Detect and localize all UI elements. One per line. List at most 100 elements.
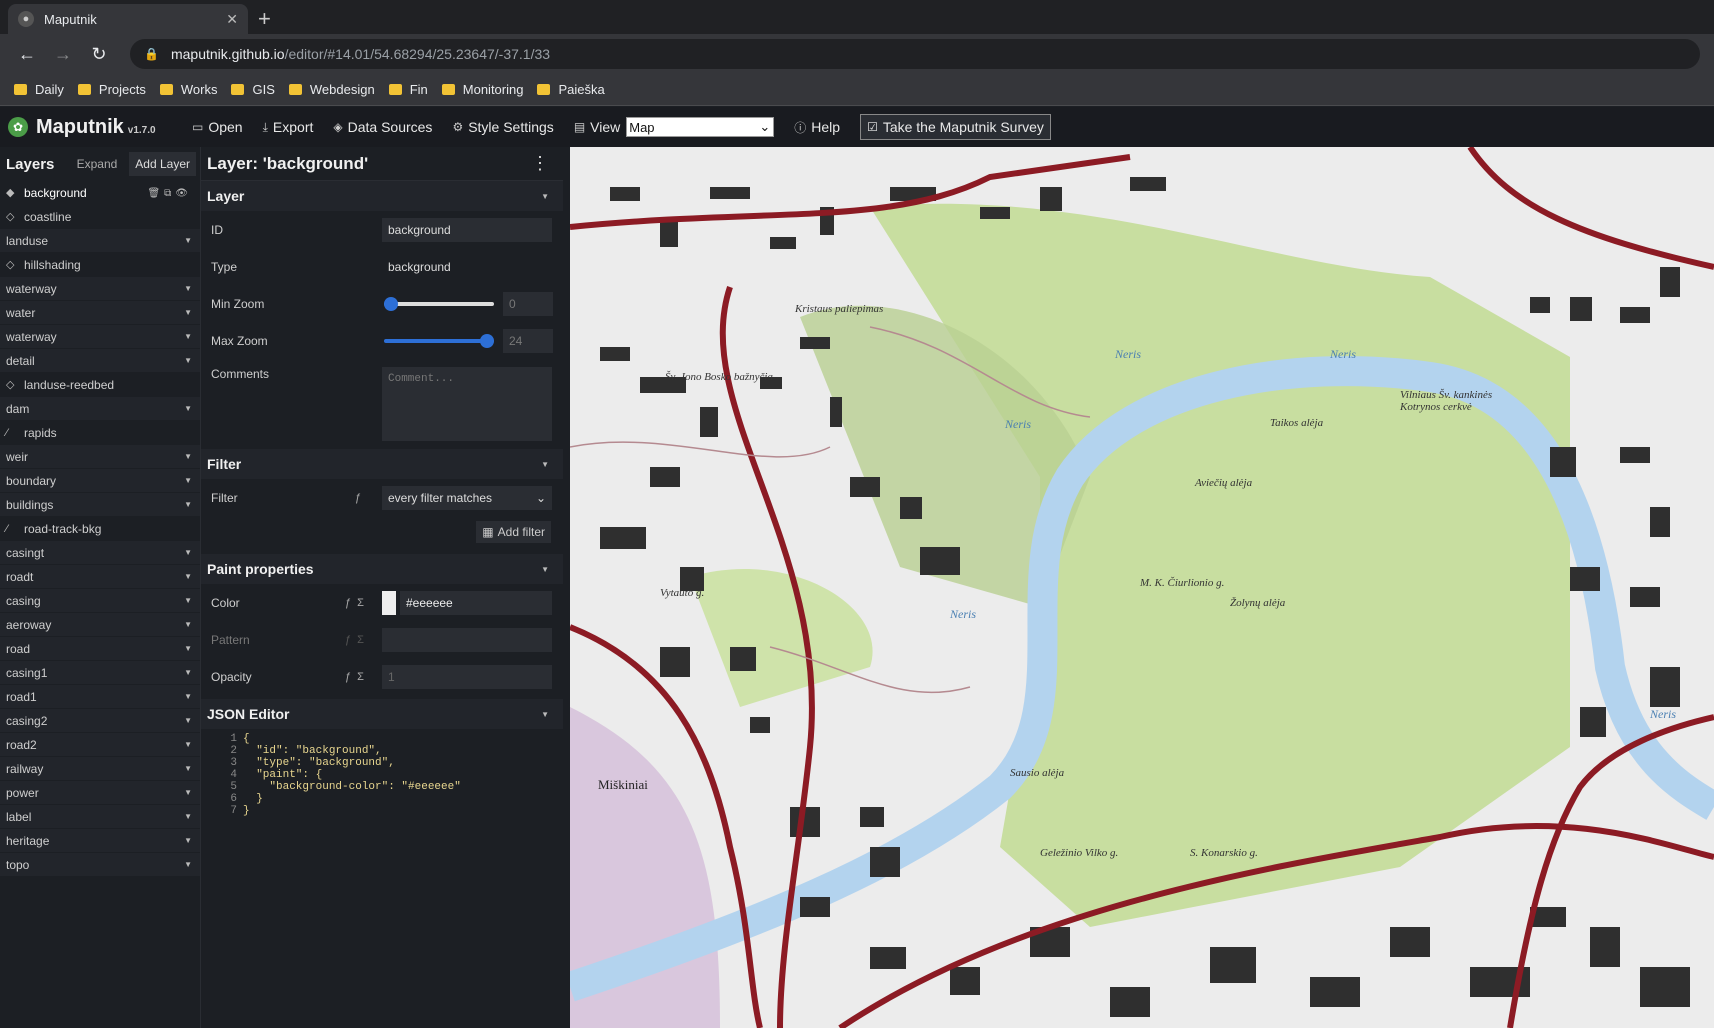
bookmark-folder[interactable]: Works [159, 82, 217, 97]
chevron-down-icon: ▼ [184, 452, 192, 461]
help-button[interactable]: ⓘ Help [794, 119, 840, 136]
folder-icon [288, 84, 302, 95]
layer-group-topo[interactable]: topo ▼ [0, 853, 200, 877]
layer-group-water[interactable]: water ▼ [0, 301, 200, 325]
add-layer-button[interactable]: Add Layer [129, 152, 196, 176]
layer-group-dam[interactable]: dam ▼ [0, 397, 200, 421]
bookmark-folder[interactable]: Paieška [537, 82, 605, 97]
bookmark-folder[interactable]: Monitoring [441, 82, 523, 97]
bookmark-folder[interactable]: Daily [14, 82, 64, 97]
layer-group-landuse[interactable]: landuse ▼ [0, 229, 200, 253]
layer-group-waterway[interactable]: waterway ▼ [0, 325, 200, 349]
back-icon[interactable]: ← [12, 44, 42, 65]
function-sigma-icons[interactable]: ƒΣ [345, 671, 370, 683]
layer-group-heritage[interactable]: heritage ▼ [0, 829, 200, 853]
min-zoom-slider-handle[interactable] [384, 296, 398, 311]
layer-group-casing1[interactable]: casing1 ▼ [0, 661, 200, 685]
layer-item-rapids[interactable]: ⁄ rapids [0, 421, 200, 445]
comments-textarea[interactable]: Comment... [382, 367, 552, 441]
layer-item-landuse-reedbed[interactable]: ◇ landuse-reedbed [0, 373, 200, 397]
layer-group-waterway[interactable]: waterway ▼ [0, 277, 200, 301]
filter-section-header[interactable]: Filter ▼ [201, 449, 563, 479]
open-button[interactable]: ▭ Open [192, 119, 243, 135]
forward-icon[interactable]: → [48, 44, 78, 65]
json-line: "paint": { [243, 769, 323, 781]
min-zoom-slider[interactable] [384, 296, 494, 311]
copy-icon[interactable]: ⧉ [164, 188, 175, 199]
opacity-input[interactable]: 1 [382, 664, 552, 689]
expand-button[interactable]: Expand [77, 157, 118, 171]
max-zoom-input[interactable]: 24 [503, 328, 553, 353]
address-bar[interactable]: 🔒 maputnik.github.io/editor/#14.01/54.68… [130, 39, 1700, 69]
color-input[interactable]: #eeeeee [400, 590, 552, 615]
function-icon[interactable]: ƒ [355, 492, 367, 504]
bookmark-folder[interactable]: GIS [231, 82, 275, 97]
more-vertical-icon[interactable]: ⋮ [531, 153, 549, 174]
close-tab-icon[interactable]: ✕ [226, 11, 238, 28]
json-code[interactable]: { "id": "background", "type": "backgroun… [243, 733, 461, 821]
layer-group-power[interactable]: power ▼ [0, 781, 200, 805]
open-label: Open [208, 119, 243, 135]
bookmark-label: Daily [35, 82, 64, 97]
color-swatch[interactable] [382, 590, 396, 615]
bookmark-folder[interactable]: Webdesign [288, 82, 375, 97]
layer-group-road[interactable]: road ▼ [0, 637, 200, 661]
layer-item-hillshading[interactable]: ◇ hillshading [0, 253, 200, 277]
paint-section-header[interactable]: Paint properties ▼ [201, 554, 563, 584]
id-input[interactable]: background [382, 217, 552, 242]
layers-icon: ◈ [333, 120, 343, 134]
layer-group-casing2[interactable]: casing2 ▼ [0, 709, 200, 733]
reload-icon[interactable]: ↻ [84, 44, 114, 65]
layer-group-boundary[interactable]: boundary ▼ [0, 469, 200, 493]
layer-group-road1[interactable]: road1 ▼ [0, 685, 200, 709]
eye-icon[interactable]: 👁 [175, 188, 192, 199]
bookmark-folder[interactable]: Projects [77, 82, 146, 97]
pattern-input[interactable] [382, 627, 552, 652]
layer-group-road2[interactable]: road2 ▼ [0, 733, 200, 757]
min-zoom-input[interactable]: 0 [503, 291, 553, 316]
add-filter-button[interactable]: ▦ Add filter [476, 521, 551, 543]
filter-select[interactable]: every filter matches ⌄ [382, 485, 552, 510]
app-logo[interactable]: ✿ Maputnik v1.7.0 [0, 116, 192, 139]
layer-group-casingt[interactable]: casingt ▼ [0, 541, 200, 565]
layer-item-road-track-bkg[interactable]: ⁄ road-track-bkg [0, 517, 200, 541]
layer-group-aeroway[interactable]: aeroway ▼ [0, 613, 200, 637]
layers-title: Layers [6, 155, 55, 173]
layer-group-buildings[interactable]: buildings ▼ [0, 493, 200, 517]
survey-button[interactable]: ☑ Take the Maputnik Survey [860, 114, 1051, 140]
add-filter-row: ▦ Add filter [201, 516, 563, 548]
json-section-header[interactable]: JSON Editor ▼ [201, 699, 563, 729]
max-zoom-slider-handle[interactable] [480, 333, 494, 348]
layer-group-weir[interactable]: weir ▼ [0, 445, 200, 469]
data-sources-button[interactable]: ◈ Data Sources [333, 119, 432, 135]
layer-section-header[interactable]: Layer ▼ [201, 181, 563, 211]
trash-icon[interactable]: 🗑 [147, 188, 164, 199]
lock-icon[interactable]: 🔒 [144, 47, 159, 61]
bookmark-folder[interactable]: Fin [388, 82, 428, 97]
max-zoom-slider[interactable] [384, 333, 494, 348]
export-button[interactable]: ⤓ Export [263, 119, 314, 135]
layer-group-roadt[interactable]: roadt ▼ [0, 565, 200, 589]
browser-tab[interactable]: ● Maputnik ✕ [8, 4, 248, 34]
chevron-down-icon: ▼ [541, 459, 549, 469]
chevron-down-icon: ▼ [184, 236, 192, 245]
tab-title: Maputnik [44, 11, 97, 27]
layer-item-background[interactable]: ◆ background 🗑⧉👁 [0, 181, 200, 205]
layer-label: dam [6, 401, 30, 416]
view-select[interactable]: Map ⌄ [626, 117, 775, 137]
layer-group-casing[interactable]: casing ▼ [0, 589, 200, 613]
chevron-down-icon: ▼ [184, 860, 192, 869]
layer-group-detail[interactable]: detail ▼ [0, 349, 200, 373]
style-settings-button[interactable]: ⚙ Style Settings [452, 119, 553, 135]
layer-item-coastline[interactable]: ◇ coastline [0, 205, 200, 229]
json-editor[interactable]: 1 2 3 4 5 6 7 { "id": "background", "typ… [201, 729, 563, 821]
layer-group-railway[interactable]: railway ▼ [0, 757, 200, 781]
map-label: Neris [1115, 347, 1142, 361]
map-canvas[interactable]: Neris Neris Neris Neris Neris Taikos alė… [570, 147, 1714, 1028]
function-sigma-icons[interactable]: ƒΣ [345, 597, 370, 609]
map-label: Geležinio Vilko g. [1040, 847, 1119, 859]
filter-select-value: every filter matches [388, 490, 493, 505]
layer-group-label[interactable]: label ▼ [0, 805, 200, 829]
function-sigma-icons[interactable]: ƒΣ [345, 634, 370, 646]
new-tab-icon[interactable]: + [258, 6, 271, 32]
